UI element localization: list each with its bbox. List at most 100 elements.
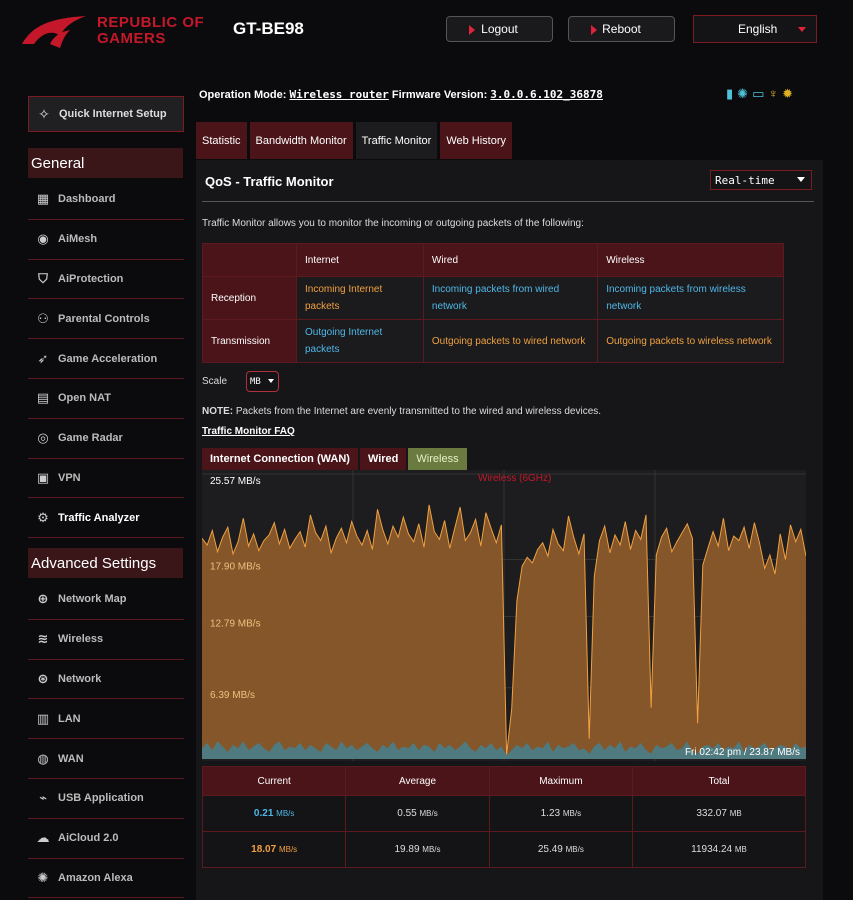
sidebar-item-usb-application[interactable]: ⌁ USB Application [28, 779, 184, 819]
faq-link[interactable]: Traffic Monitor FAQ [202, 426, 295, 437]
stat-unit: MB/s [565, 845, 584, 854]
sidebar-item-vpn[interactable]: ▣ VPN [28, 459, 184, 499]
op-mode-label: Operation Mode: [199, 89, 287, 101]
tab-bandwidth-monitor[interactable]: Bandwidth Monitor [249, 122, 353, 159]
tab-web-history[interactable]: Web History [440, 122, 513, 159]
sidebar-item-wan[interactable]: ◍ WAN [28, 739, 184, 779]
reboot-button[interactable]: Reboot [568, 16, 675, 42]
language-select[interactable]: English [693, 15, 817, 43]
arrow-right-icon [591, 25, 597, 35]
tab-traffic-monitor[interactable]: Traffic Monitor [355, 122, 438, 159]
analyzer-icon: ⚙ [37, 509, 49, 525]
network-status-icon[interactable]: ▭ [752, 86, 764, 102]
mode-select[interactable]: Real-time [710, 170, 812, 190]
sim-status-icon[interactable]: ▮ [726, 86, 733, 102]
tab-statistic[interactable]: Statistic [196, 122, 247, 159]
chart-tab-wan[interactable]: Internet Connection (WAN) [202, 448, 358, 470]
sidebar-item-open-nat[interactable]: ▤ Open NAT [28, 379, 184, 419]
model-name: GT-BE98 [233, 19, 304, 38]
logout-button[interactable]: Logout [446, 16, 553, 42]
table-corner-cell [202, 243, 297, 277]
scale-select[interactable]: MB [246, 371, 279, 392]
firmware-link[interactable]: 3.0.0.6.102_36878 [490, 88, 603, 101]
stats-header-average: Average [345, 766, 490, 796]
traffic-info-table: Internet Wired Wireless Reception Incomi… [202, 243, 784, 363]
stats-cell: 332.07 MB [632, 795, 806, 832]
shield-icon: ⛉ [38, 270, 48, 286]
op-mode-link[interactable]: Wireless router [289, 88, 388, 101]
header-wired: Wired [422, 243, 599, 277]
general-section-title: General [28, 148, 183, 178]
sidebar-item-wireless[interactable]: ≋ Wireless [28, 620, 184, 660]
table-cell: Outgoing packets to wireless network [597, 319, 784, 363]
chevron-down-icon [798, 27, 806, 32]
stat-unit: MB/s [419, 809, 438, 818]
chart-tabs: Internet Connection (WAN) Wired Wireless [202, 448, 467, 470]
stat-unit: MB/s [276, 809, 295, 818]
sidebar-item-label: AiProtection [58, 272, 124, 285]
rocket-icon: ➶ [37, 350, 49, 366]
usb-status-icon[interactable]: ♆ [768, 86, 778, 102]
aimesh-icon: ◉ [37, 231, 49, 247]
sidebar-item-label: Game Radar [58, 432, 123, 445]
advanced-nav: ⊕ Network Map ≋ Wireless ⊛ Network ▥ LAN ◍ WAN ⌁ US… [28, 580, 184, 899]
qos-tabs: Statistic Bandwidth Monitor Traffic Moni… [196, 122, 513, 159]
chart-tab-wired[interactable]: Wired [359, 448, 407, 470]
stat-value: 1.23 [540, 808, 561, 819]
radar-icon: ◎ [37, 430, 49, 446]
y-axis-label: 12.79 MB/s [210, 618, 261, 629]
chart-tab-wireless[interactable]: Wireless [408, 448, 467, 470]
wifi-icon: ≋ [37, 631, 49, 647]
sidebar-item-aimesh[interactable]: ◉ AiMesh [28, 220, 184, 260]
y-axis-label: 17.90 MB/s [210, 561, 261, 572]
sidebar-item-aicloud-2-0[interactable]: ☁ AiCloud 2.0 [28, 819, 184, 859]
sidebar-item-dashboard[interactable]: ▦ Dashboard [28, 180, 184, 220]
stat-value: 0.55 [397, 808, 417, 819]
sidebar-item-label: Network Map [58, 593, 127, 606]
sidebar-item-label: WAN [58, 752, 84, 765]
rog-logo-icon[interactable] [20, 14, 90, 50]
gear-status-icon[interactable]: ✺ [737, 86, 748, 102]
stats-cell: 0.55 MB/s [345, 795, 490, 832]
stats-cell: 25.49 MB/s [488, 831, 634, 868]
stat-value: 19.89 [394, 844, 420, 855]
stats-cell: 18.07 MB/s [201, 831, 347, 868]
sidebar-item-lan[interactable]: ▥ LAN [28, 699, 184, 740]
sidebar-item-game-radar[interactable]: ◎ Game Radar [28, 419, 184, 459]
general-nav: ▦ Dashboard ◉ AiMesh ⛉ AiProtection ⚇ Parental … [28, 180, 184, 539]
stats-header-total: Total [632, 766, 806, 796]
stats-row-tx: 0.21 MB/s 0.55 MB/s 1.23 MB/s 332.07 MB [201, 795, 806, 832]
dashboard-icon: ▦ [36, 191, 50, 207]
sidebar-item-label: AiCloud 2.0 [58, 832, 119, 845]
table-cell: Outgoing packets to wired network [422, 319, 599, 363]
y-axis-label: 6.39 MB/s [210, 690, 255, 701]
page-title: QoS - Traffic Monitor [205, 174, 334, 189]
description-text: Traffic Monitor allows you to monitor th… [202, 218, 584, 229]
stats-cell: 0.21 MB/s [201, 795, 347, 832]
stat-value: 11934.24 [691, 844, 733, 855]
lan-icon: ▥ [36, 710, 50, 726]
sidebar-item-parental-controls[interactable]: ⚇ Parental Controls [28, 299, 184, 340]
sidebar-item-label: USB Application [58, 792, 144, 805]
scale-label: Scale [202, 376, 228, 387]
sidebar-item-network[interactable]: ⊛ Network [28, 660, 184, 700]
sidebar-item-amazon-alexa[interactable]: ✺ Amazon Alexa [28, 859, 184, 899]
arrow-right-icon [469, 25, 475, 35]
sidebar-item-label: Dashboard [58, 193, 116, 206]
sidebar-item-label: Network [58, 672, 102, 685]
usb-icon: ⌁ [39, 790, 47, 806]
table-cell: Incoming packets from wireless network [597, 276, 784, 320]
sidebar-item-traffic-analyzer[interactable]: ⚙ Traffic Analyzer [28, 498, 184, 539]
sidebar-item-game-acceleration[interactable]: ➶ Game Acceleration [28, 339, 184, 379]
sidebar-item-label: Wireless [58, 633, 104, 646]
table-header-row: Internet Wired Wireless [202, 243, 784, 277]
chevron-down-icon [797, 177, 805, 182]
settings-gear-icon[interactable]: ✹ [782, 86, 793, 102]
sidebar-item-network-map[interactable]: ⊕ Network Map [28, 580, 184, 620]
wan-icon: ◍ [37, 750, 49, 766]
alexa-icon: ✺ [37, 869, 49, 885]
note-body: Packets from the Internet are evenly tra… [233, 406, 602, 417]
stats-cell: 11934.24 MB [632, 831, 806, 868]
quick-internet-setup-button[interactable]: ✧ Quick Internet Setup [28, 96, 184, 132]
sidebar-item-aiprotection[interactable]: ⛉ AiProtection [28, 260, 184, 300]
